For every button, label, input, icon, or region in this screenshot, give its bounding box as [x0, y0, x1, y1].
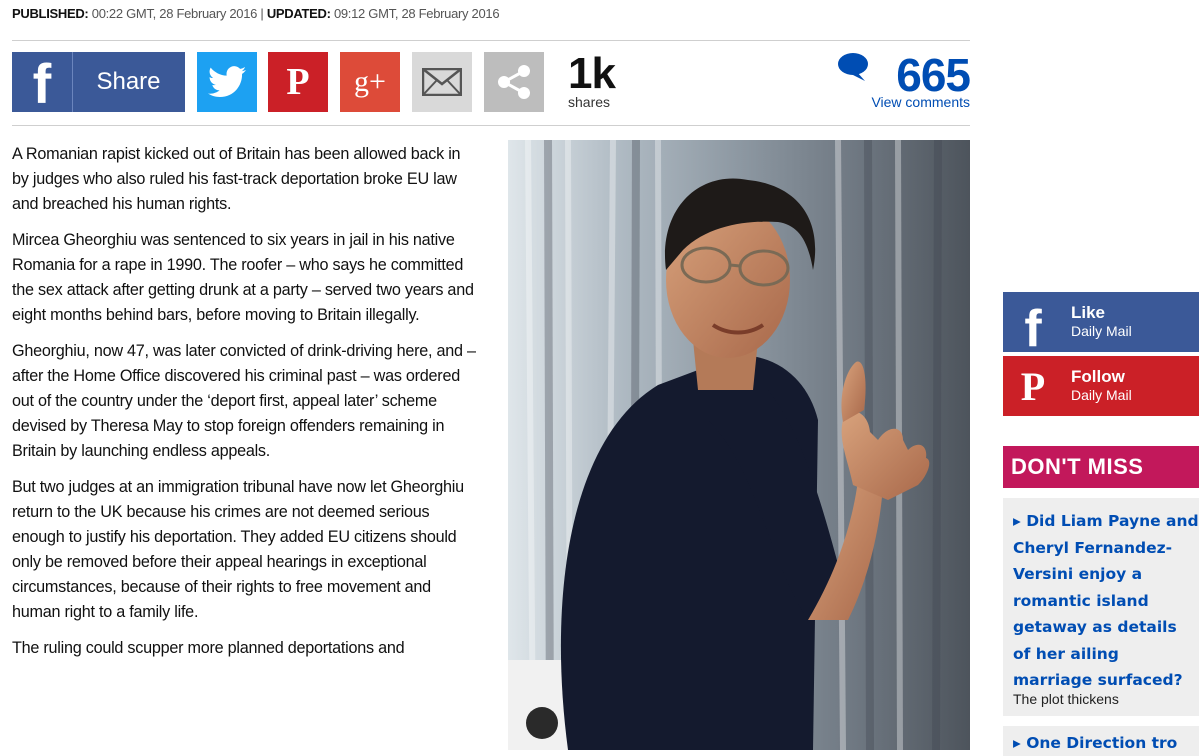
comments-counter[interactable]: 665 View comments — [838, 52, 971, 110]
dont-miss-headline[interactable]: ▸ Did Liam Payne and Cheryl Fernandez- V… — [1013, 508, 1199, 694]
article-paragraph: The ruling could scupper more planned de… — [12, 639, 405, 657]
pinterest-follow-label: Follow — [1071, 367, 1125, 386]
pinterest-follow-account: Daily Mail — [1071, 387, 1132, 403]
article-paragraph: A Romanian rapist kicked out of Britain … — [12, 145, 461, 213]
facebook-share-button[interactable]: f Share — [12, 52, 185, 112]
article-paragraph: Gheorghiu, now 47, was later convicted o… — [12, 342, 476, 460]
facebook-like-account: Daily Mail — [1071, 323, 1132, 339]
top-divider — [12, 40, 970, 41]
facebook-icon: f — [1024, 300, 1042, 358]
facebook-share-label: Share — [96, 68, 161, 95]
published-label: PUBLISHED: — [12, 6, 89, 21]
published-line: PUBLISHED: 00:22 GMT, 28 February 2016 |… — [12, 6, 500, 21]
comment-count[interactable]: 665 — [871, 52, 971, 98]
share-icon — [498, 65, 530, 99]
share-count-label: shares — [568, 94, 611, 110]
dont-miss-subtitle: The plot thickens — [1013, 691, 1119, 707]
published-value: 00:22 GMT, 28 February 2016 — [91, 6, 258, 21]
pinterest-follow-button[interactable]: P Follow Daily Mail — [1003, 356, 1199, 416]
more-share-button[interactable] — [484, 52, 544, 112]
article-photo — [508, 140, 970, 750]
share-count: 1k shares — [568, 49, 616, 111]
facebook-like-text: Like Daily Mail — [1063, 303, 1132, 341]
updated-value: 09:12 GMT, 28 February 2016 — [333, 6, 500, 21]
email-share-button[interactable] — [412, 52, 472, 112]
dont-miss-item[interactable]: ▸ One Direction tro — [1003, 726, 1199, 756]
article-paragraph: Mircea Gheorghiu was sentenced to six ye… — [12, 231, 474, 324]
updated-label: UPDATED: — [266, 6, 331, 21]
facebook-like-button[interactable]: f Like Daily Mail — [1003, 292, 1199, 358]
share-divider — [12, 125, 970, 126]
pinterest-share-button[interactable]: P — [268, 52, 328, 112]
pinterest-follow-text: Follow Daily Mail — [1063, 367, 1132, 405]
twitter-icon — [208, 66, 246, 98]
article-paragraph: But two judges at an immigration tribuna… — [12, 478, 464, 621]
dont-miss-headline[interactable]: ▸ One Direction tro — [1013, 734, 1177, 752]
pinterest-icon: P — [286, 61, 310, 103]
pinterest-icon: P — [1020, 363, 1046, 409]
article-body: A Romanian rapist kicked out of Britain … — [12, 142, 480, 672]
facebook-icon: f — [12, 52, 73, 112]
dont-miss-header: DON'T MISS — [1003, 446, 1199, 488]
man-gesturing-illustration — [508, 140, 970, 750]
share-count-number: 1k — [568, 49, 616, 98]
view-comments-link[interactable]: View comments — [871, 94, 970, 110]
dont-miss-item[interactable]: ▸ Did Liam Payne and Cheryl Fernandez- V… — [1003, 498, 1199, 716]
comment-bubble-icon — [838, 53, 869, 81]
email-icon — [422, 68, 462, 96]
twitter-share-button[interactable] — [197, 52, 257, 112]
google-plus-share-button[interactable]: g+ — [340, 52, 400, 112]
separator: | — [260, 6, 264, 21]
google-plus-icon: g+ — [354, 65, 386, 98]
facebook-like-label: Like — [1071, 303, 1106, 322]
